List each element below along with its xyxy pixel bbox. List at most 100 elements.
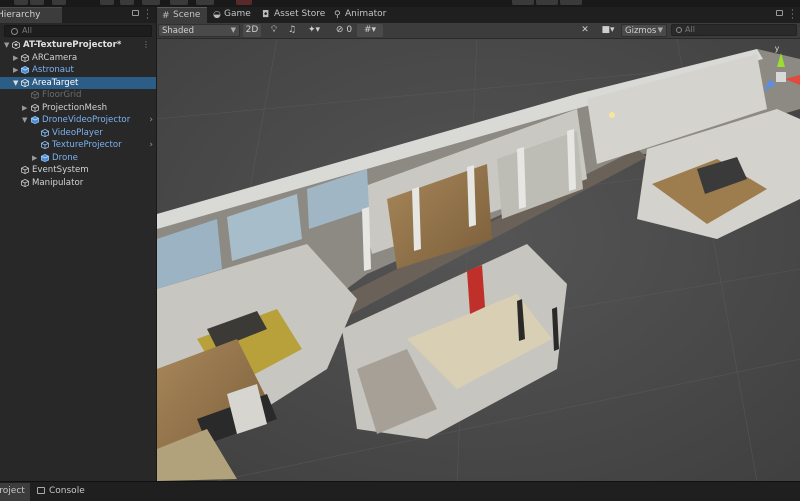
collab-button[interactable] [236,0,252,5]
collapsed-arrow-icon[interactable]: ▶ [13,54,18,62]
scene-root-row[interactable]: ▼ AT-TextureProjector* ⋮ [0,39,156,52]
gameobject-icon [21,53,29,62]
gameobject-icon [31,91,39,99]
lock-icon[interactable] [776,10,783,16]
hierarchy-item-astronaut[interactable]: ▶ Astronaut [0,64,156,77]
tab-scene-label: Scene [173,10,201,20]
hierarchy-item-floorgrid[interactable]: FloorGrid [0,89,156,102]
tab-project-label: Project [0,486,25,496]
expand-arrow-icon[interactable]: ▼ [4,41,9,49]
open-prefab-chevron-icon[interactable]: › [149,140,153,150]
collapsed-arrow-icon[interactable]: ▶ [13,66,18,74]
light-gizmo-icon[interactable] [609,112,615,118]
expand-arrow-icon[interactable]: ▼ [13,79,18,87]
scene-render[interactable]: y [157,39,800,481]
open-prefab-chevron-icon[interactable]: › [149,115,153,125]
scene-search-input[interactable]: All [671,24,797,36]
tab-animator[interactable]: ⚲ Animator [331,7,391,23]
effects-icon[interactable]: ✦▾ [303,24,325,37]
scene-menu-icon[interactable]: ⋮ [142,40,150,49]
scene-search-placeholder: All [685,25,695,34]
gameobject-icon [21,178,29,187]
prefab-icon [21,66,29,74]
toggle-2d-button[interactable]: 2D [243,24,261,37]
hierarchy-search-input[interactable]: All [4,25,152,37]
tool-button[interactable] [120,0,134,5]
hierarchy-item-dronevideoprojector[interactable]: ▼ DroneVideoProjector › [0,114,156,127]
tab-game-label: Game [224,9,251,19]
hierarchy-item-label: ProjectionMesh [42,102,108,113]
gizmo-axis-y-label: y [775,44,779,53]
shading-mode-value: Shaded [162,26,195,36]
hierarchy-item-manipulator[interactable]: Manipulator [0,177,156,190]
hierarchy-item-label: AreaTarget [32,77,79,88]
gameobject-icon [21,78,29,87]
hierarchy-item-label: FloorGrid [42,90,82,100]
more-options-icon[interactable]: · · · [146,7,149,24]
chevron-down-icon: ▼ [230,26,236,34]
shading-mode-dropdown[interactable]: Shaded ▼ [158,24,240,37]
lighting-icon[interactable]: 💡︎ [267,24,281,37]
tab-asset-store-label: Asset Store [274,9,326,19]
hidden-objects-count: 0 [346,25,353,35]
prefab-icon [31,116,39,124]
collapsed-arrow-icon[interactable]: ▶ [22,104,27,112]
tool-button[interactable] [100,0,114,5]
gameobject-icon [31,103,39,112]
tab-hierarchy-label: Hierarchy [0,10,41,20]
hierarchy-item-arcamera[interactable]: ▶ ARCamera [0,52,156,65]
toggle-2d-label: 2D [245,25,259,35]
tool-button[interactable] [30,0,44,5]
grid-snapping-button[interactable]: #▾ [357,24,383,37]
hierarchy-panel: Hierarchy · · · All ▼ AT-TextureProjector*… [0,7,157,481]
hierarchy-item-label: TextureProjector [52,140,122,150]
camera-icon[interactable]: ■▾ [597,24,619,37]
pause-button[interactable] [536,0,558,5]
hierarchy-item-textureprojector[interactable]: TextureProjector › [0,139,156,152]
tool-button[interactable] [52,0,66,5]
tool-button[interactable] [14,0,28,5]
hidden-objects-toggle[interactable]: ⊘ 0 [331,24,357,37]
hierarchy-item-label: Astronaut [32,65,74,75]
tool-button[interactable] [170,0,188,5]
hierarchy-item-eventsystem[interactable]: EventSystem [0,164,156,177]
scene-viewport[interactable]: y [157,39,800,481]
hierarchy-item-label: VideoPlayer [52,127,103,138]
collapsed-arrow-icon[interactable]: ▶ [32,154,37,162]
hierarchy-item-areatarget[interactable]: ▼ AreaTarget [0,76,156,89]
hierarchy-search-placeholder: All [22,26,32,35]
tab-console[interactable]: Console [34,483,86,501]
play-button[interactable] [512,0,534,5]
gizmo-center-cube[interactable] [776,72,786,82]
tab-asset-store[interactable]: ◘ Asset Store [259,7,329,23]
scene-toolbar: Shaded ▼ 2D 💡︎ ♫ ✦▾ ⊘ 0 #▾ ✕ ■▾ Gizmos ▼… [157,23,800,39]
tab-scene[interactable]: # Scene [157,7,207,23]
gameobject-icon [21,166,29,174]
prefab-outline-icon [41,141,49,149]
step-button[interactable] [560,0,582,5]
hierarchy-item-drone[interactable]: ▶ Drone [0,152,156,165]
bag-icon: ◘ [262,10,270,20]
hierarchy-item-label: ARCamera [32,52,78,63]
tool-button[interactable] [196,0,214,5]
more-options-icon[interactable]: · · · [791,7,794,24]
tab-project[interactable]: Project [0,483,30,501]
grid-icon: # [162,11,170,21]
tab-animator-label: Animator [345,9,387,19]
tools-icon[interactable]: ✕ [577,24,593,37]
hierarchy-item-label: DroneVideoProjector [42,115,131,125]
console-icon [37,487,45,494]
hierarchy-item-projectionmesh[interactable]: ▶ ProjectionMesh [0,102,156,115]
audio-icon[interactable]: ♫ [285,24,299,37]
tab-game[interactable]: ◒ Game [209,7,255,23]
hierarchy-item-videoplayer[interactable]: VideoPlayer [0,127,156,140]
lock-icon[interactable] [132,10,139,16]
search-icon [676,27,682,33]
tool-button[interactable] [142,0,160,5]
animator-icon: ⚲ [334,10,341,20]
gizmos-dropdown[interactable]: Gizmos ▼ [621,24,667,37]
hierarchy-item-label: Manipulator [32,177,84,188]
tab-hierarchy[interactable]: Hierarchy [0,7,62,23]
expand-arrow-icon[interactable]: ▼ [22,116,27,124]
bottom-tabbar: Project Console [0,481,800,501]
